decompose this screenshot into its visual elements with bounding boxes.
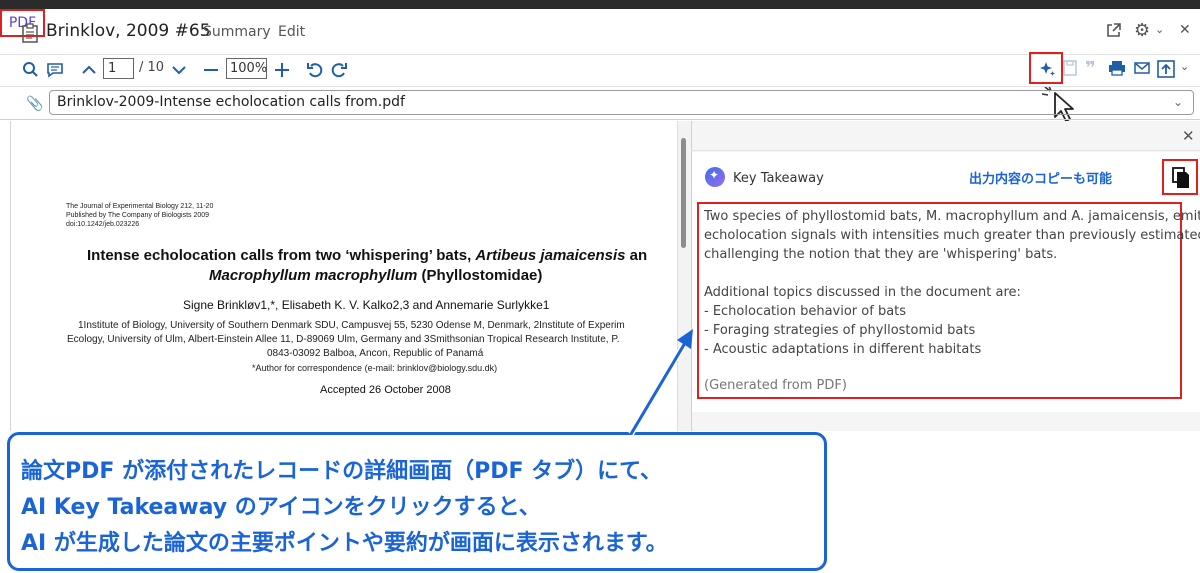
callout-arrow	[628, 329, 693, 436]
